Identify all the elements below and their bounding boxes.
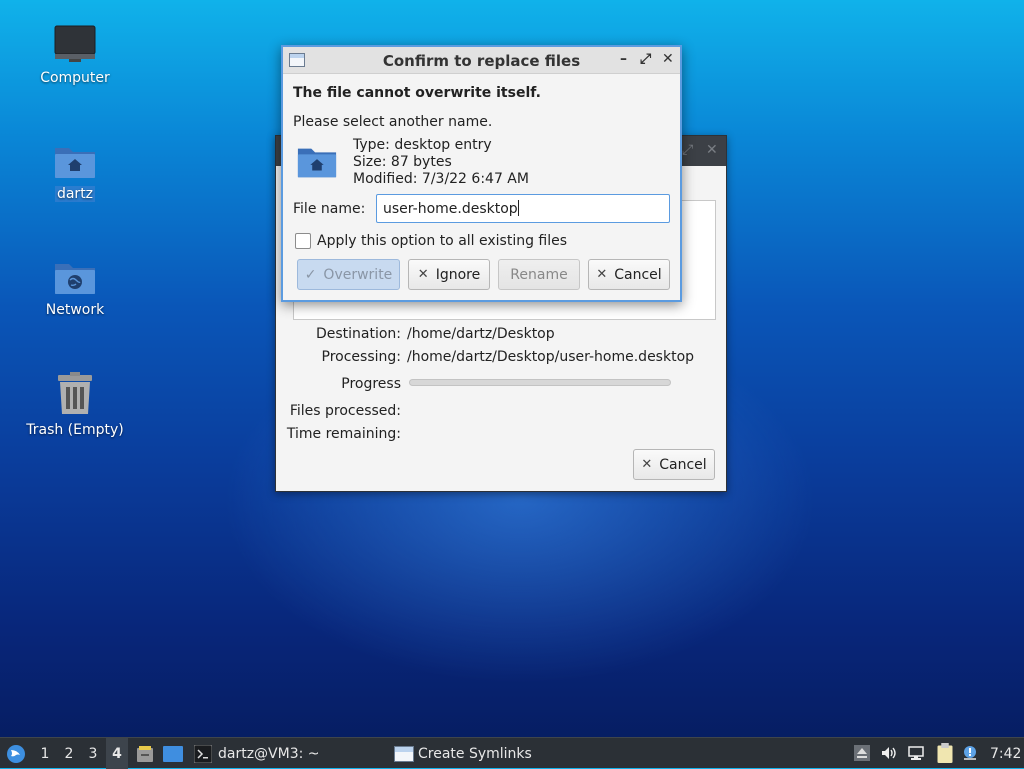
files-processed-label: Files processed: [289,403,401,419]
eject-icon[interactable] [854,745,870,761]
file-type-info: Type: desktop entry [353,137,492,153]
destination-label: Destination: [315,326,401,342]
cancel-icon: ✕ [596,267,608,282]
home-folder-icon [297,148,337,178]
desktop-icon-label: Trash (Empty) [26,422,124,438]
maximize-icon[interactable]: ⤢ [640,51,651,67]
rename-label: Rename [510,266,568,283]
desktop-icon-trash[interactable]: Trash (Empty) [15,372,135,438]
taskbar-task-label: dartz@VM3: ~ [218,745,320,762]
progress-cancel-label: Cancel [659,456,707,473]
rename-button[interactable]: Rename [498,259,580,290]
destination-value: /home/dartz/Desktop [407,326,555,342]
workspace-3[interactable]: 3 [82,738,104,769]
taskbar-task-create-symlinks[interactable]: Create Symlinks [394,738,532,769]
workspace-label: 1 [40,745,50,762]
desktop-icon-network[interactable]: Network [15,258,135,318]
workspace-label: 3 [88,745,98,762]
taskbar: 1 2 3 4 dartz@VM3: ~ Create Symlinks 7:4… [0,737,1024,769]
close-icon[interactable]: ✕ [706,142,718,158]
desktop-icon-label: Computer [40,70,110,86]
workspace-1[interactable]: 1 [34,738,56,769]
ignore-button[interactable]: ✕ Ignore [408,259,490,290]
apply-all-label[interactable]: Apply this option to all existing files [317,233,567,249]
dialog-instruction: Please select another name. [293,114,493,130]
show-desktop-button[interactable] [162,738,184,769]
start-menu-button[interactable] [4,738,28,769]
dialog-titlebar[interactable]: Confirm to replace files – ⤢ ✕ [283,47,680,74]
file-modified-info: Modified: 7/3/22 6:47 AM [353,171,529,187]
taskbar-task-label: Create Symlinks [418,745,532,762]
close-icon[interactable]: ✕ [662,51,674,67]
desktop-icon-computer[interactable]: Computer [15,24,135,86]
dialog-heading: The file cannot overwrite itself. [293,85,541,101]
workspace-4[interactable]: 4 [106,738,128,769]
update-notifier-icon[interactable] [962,745,978,761]
cancel-label: Cancel [614,266,662,283]
ignore-label: Ignore [435,266,481,283]
desktop-icon-home[interactable]: dartz [15,142,135,202]
maximize-icon[interactable]: ⤢ [682,142,693,158]
cancel-button[interactable]: ✕ Cancel [588,259,670,290]
file-size-info: Size: 87 bytes [353,154,452,170]
cancel-icon: ✕ [641,457,653,472]
overwrite-label: Overwrite [323,266,393,283]
window-app-icon [394,745,414,762]
network-folder-icon [55,264,95,294]
volume-icon[interactable] [881,745,897,761]
trash-icon [58,372,92,414]
time-remaining-label: Time remaining: [286,426,401,442]
computer-icon [54,25,96,62]
network-icon[interactable] [908,745,924,761]
processing-value: /home/dartz/Desktop/user-home.desktop [407,349,695,365]
apply-all-checkbox[interactable] [295,233,311,249]
clock-time: 7:42 [990,745,1022,762]
desktop-icon [163,745,183,762]
file-name-label: File name: [293,201,366,217]
clipboard-icon[interactable] [935,743,955,763]
terminal-icon [194,744,212,763]
home-folder-icon [55,148,95,178]
confirm-replace-dialog: Confirm to replace files – ⤢ ✕ The file … [281,45,682,302]
progress-cancel-button[interactable]: ✕ Cancel [633,449,715,480]
file-manager-icon [137,745,153,762]
workspace-2[interactable]: 2 [58,738,80,769]
clock[interactable]: 7:42 [990,738,1021,769]
minimize-icon[interactable]: – [620,51,627,67]
text-caret [517,200,519,216]
workspace-label: 4 [112,745,122,762]
file-name-input[interactable]: user-home.desktop [376,194,670,223]
start-menu-icon [7,744,25,763]
cancel-icon: ✕ [417,267,429,282]
desktop-icon-label: dartz [54,186,96,202]
overwrite-button[interactable]: ✓ Overwrite [297,259,400,290]
progress-label: Progress [341,376,401,392]
checkmark-icon: ✓ [304,266,317,283]
file-name-value: user-home.desktop [383,201,518,217]
processing-label: Processing: [321,349,401,365]
desktop-icon-label: Network [45,302,105,318]
progress-bar [409,379,671,386]
workspace-label: 2 [64,745,74,762]
file-manager-launcher[interactable] [134,738,156,769]
taskbar-task-terminal[interactable]: dartz@VM3: ~ [194,738,320,769]
